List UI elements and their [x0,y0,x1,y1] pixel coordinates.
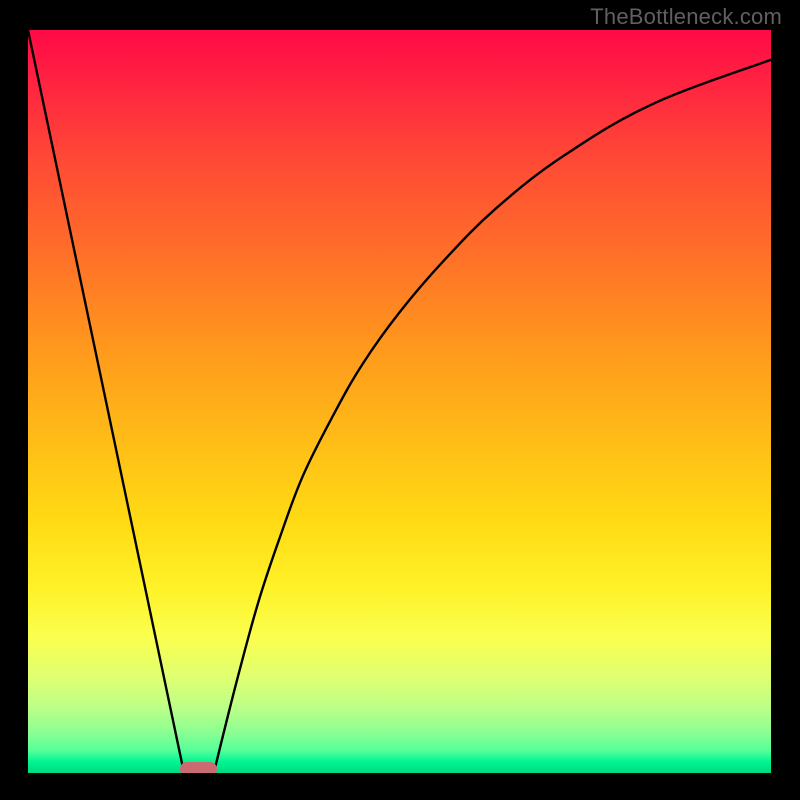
curve-right [214,60,771,773]
bottleneck-marker [180,762,217,773]
watermark-text: TheBottleneck.com [590,4,782,30]
chart-frame: TheBottleneck.com [0,0,800,800]
plot-area [28,30,771,773]
chart-curves [28,30,771,773]
curve-left [28,30,184,773]
